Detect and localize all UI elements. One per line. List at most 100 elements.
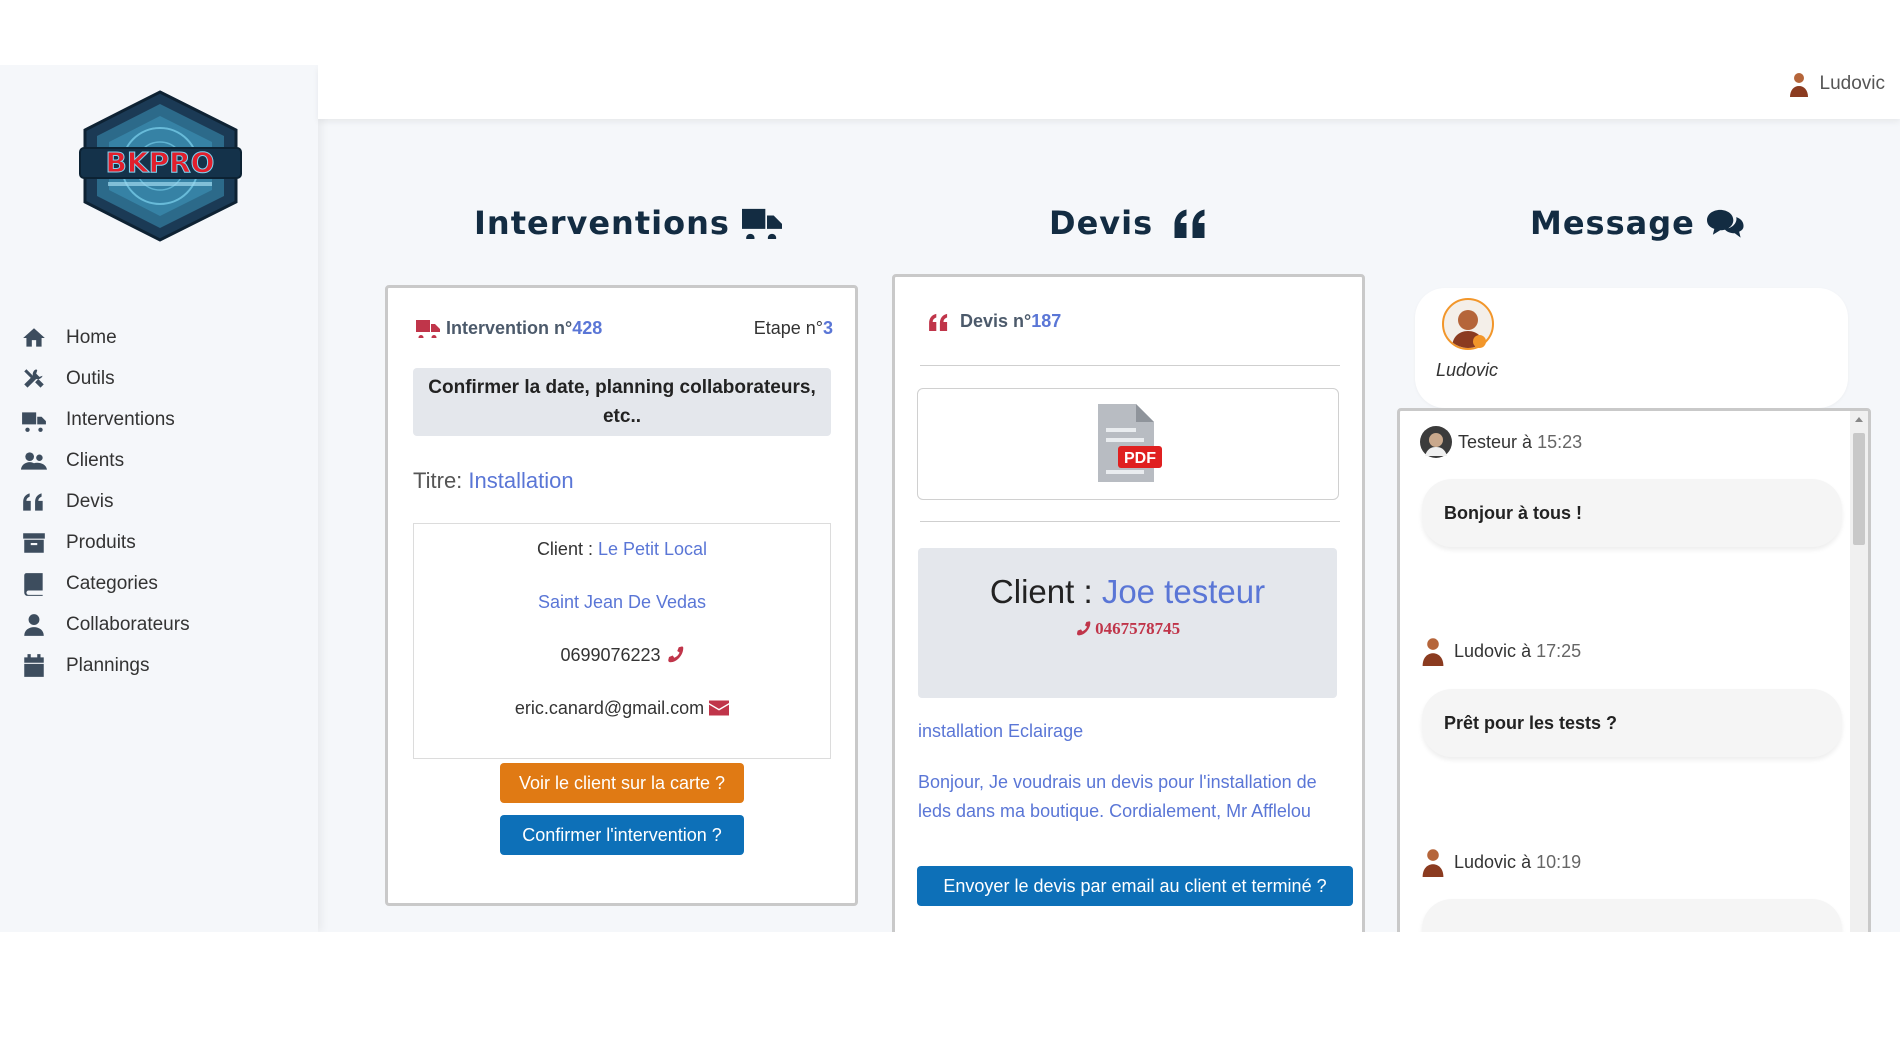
- intervention-card: Intervention n° 428 Etape n°3 Confirmer l…: [385, 285, 858, 906]
- avatar: [1422, 638, 1444, 666]
- devis-header: Devis n° 187: [928, 311, 1061, 332]
- devis-title-text: Devis: [1049, 204, 1154, 242]
- message-bubble: Bonjour à tous !: [1422, 479, 1842, 547]
- client-label: Client :: [536, 539, 593, 559]
- sidebar-item-produits[interactable]: Produits: [0, 522, 318, 563]
- sidebar-item-label: Interventions: [66, 408, 175, 430]
- scroll-thumb[interactable]: [1853, 433, 1865, 545]
- sidebar-nav: Home Outils Interventions Clients Devis …: [0, 317, 318, 686]
- devis-subject: installation Eclairage: [918, 721, 1084, 741]
- home-icon: [20, 324, 48, 352]
- sidebar-item-plannings[interactable]: Plannings: [0, 645, 318, 686]
- interventions-title-text: Interventions: [474, 204, 730, 242]
- sidebar-item-devis[interactable]: Devis: [0, 481, 318, 522]
- message-contact-card[interactable]: Ludovic: [1415, 288, 1848, 408]
- sidebar-item-home[interactable]: Home: [0, 317, 318, 358]
- sidebar-item-label: Home: [66, 326, 117, 348]
- truck-icon: [416, 320, 440, 338]
- devis-card: Devis n° 187 PDF Client : Joe testeur 046: [892, 274, 1365, 932]
- client-phone-row: 0699076223: [414, 645, 830, 666]
- quote-icon: [929, 313, 948, 331]
- client-email-row: eric.canard@gmail.com: [414, 698, 830, 719]
- devis-client-box: Client : Joe testeur 0467578745: [918, 548, 1337, 698]
- svg-text:BKPRO: BKPRO: [106, 146, 215, 179]
- devis-client-name[interactable]: Joe testeur: [1102, 573, 1265, 610]
- send-devis-button[interactable]: Envoyer le devis par email au client et …: [917, 866, 1353, 906]
- sidebar-item-label: Outils: [66, 367, 115, 389]
- sidebar-item-label: Plannings: [66, 654, 150, 676]
- sidebar-item-label: Produits: [66, 531, 136, 553]
- contact-name: Ludovic: [1436, 360, 1499, 380]
- intervention-title-row: Titre: Installation: [413, 468, 574, 494]
- client-name-link[interactable]: Le Petit Local: [598, 539, 707, 559]
- quote-icon: [1174, 209, 1205, 238]
- sidebar: BKPRO Home Outils Interventions Clients: [0, 65, 318, 932]
- interventions-title: Interventions: [474, 204, 782, 242]
- sidebar-item-outils[interactable]: Outils: [0, 358, 318, 399]
- message-sep: à: [1522, 431, 1533, 452]
- devis-title: Devis: [1049, 204, 1209, 242]
- message-title-text: Message: [1530, 204, 1695, 242]
- envelope-icon[interactable]: [709, 700, 730, 716]
- intervention-label: Intervention n°: [446, 318, 573, 338]
- phone-icon[interactable]: [666, 645, 684, 663]
- confirm-date-notice: Confirmer la date, planning collaborateu…: [413, 368, 831, 436]
- devis-pdf-download[interactable]: PDF: [917, 388, 1339, 500]
- scroll-up-arrow[interactable]: [1855, 417, 1863, 422]
- client-phone: 0699076223: [560, 645, 661, 665]
- step-number: 3: [822, 318, 833, 338]
- devis-label: Devis n°: [960, 311, 1032, 331]
- user-icon: [20, 611, 48, 639]
- archive-icon: [20, 529, 48, 557]
- client-city: Saint Jean De Vedas: [537, 592, 707, 612]
- sidebar-item-clients[interactable]: Clients: [0, 440, 318, 481]
- message-title: Message: [1530, 204, 1745, 242]
- devis-description: Bonjour, Je voudrais un devis pour l'ins…: [918, 772, 1317, 821]
- message-sep: à: [1521, 851, 1532, 872]
- devis-phone-row: 0467578745: [918, 619, 1337, 639]
- intervention-number: 428: [572, 318, 603, 338]
- quote-icon: [20, 488, 48, 516]
- message-meta: Testeur à 15:23: [1420, 426, 1582, 458]
- user-avatar-icon: [1789, 73, 1808, 97]
- message-time: 10:19: [1536, 851, 1582, 872]
- truck-icon: [20, 406, 48, 434]
- view-client-map-button[interactable]: Voir le client sur la carte ?: [500, 763, 744, 803]
- message-author: Testeur: [1458, 431, 1518, 452]
- devis-client-label: Client :: [989, 573, 1093, 610]
- tools-icon: [20, 365, 48, 393]
- message-sep: à: [1521, 640, 1532, 661]
- client-email: eric.canard@gmail.com: [514, 698, 705, 718]
- message-list[interactable]: Testeur à 15:23 Bonjour à tous ! Ludovic…: [1397, 408, 1871, 932]
- message-bubble: Prêt pour les tests ?: [1422, 689, 1842, 757]
- message-bubble: [1422, 899, 1842, 932]
- devis-client-phone[interactable]: 0467578745: [1095, 619, 1180, 638]
- sidebar-item-collaborateurs[interactable]: Collaborateurs: [0, 604, 318, 645]
- message-meta: Ludovic à 10:19: [1420, 847, 1581, 877]
- confirm-intervention-button[interactable]: Confirmer l'intervention ?: [500, 815, 744, 855]
- sidebar-item-label: Clients: [66, 449, 125, 471]
- message-scrollbar[interactable]: [1850, 411, 1868, 932]
- truck-icon: [741, 208, 782, 239]
- online-status-dot: [1473, 335, 1486, 348]
- pdf-file-icon: PDF: [1098, 404, 1162, 482]
- user-menu[interactable]: Ludovic: [1788, 71, 1886, 97]
- bkpro-logo[interactable]: BKPRO: [78, 90, 243, 242]
- intervention-header: Intervention n° 428 Etape n°3: [416, 318, 833, 339]
- user-name: Ludovic: [1819, 73, 1886, 94]
- message-meta: Ludovic à 17:25: [1420, 636, 1581, 666]
- top-header: Ludovic: [318, 65, 1900, 119]
- avatar: [1442, 298, 1494, 350]
- message-author: Ludovic: [1454, 640, 1517, 661]
- devis-number: 187: [1031, 311, 1062, 331]
- avatar: [1420, 426, 1452, 458]
- client-info-box: Client : Le Petit Local Saint Jean De Ve…: [413, 523, 831, 759]
- sidebar-item-label: Collaborateurs: [66, 613, 190, 635]
- phone-icon: [1076, 621, 1091, 636]
- sidebar-item-interventions[interactable]: Interventions: [0, 399, 318, 440]
- titre-label: Titre:: [413, 468, 463, 493]
- titre-value: Installation: [468, 468, 574, 493]
- sidebar-item-categories[interactable]: Categories: [0, 563, 318, 604]
- step-label: Etape n°: [753, 318, 823, 338]
- divider: [920, 365, 1340, 366]
